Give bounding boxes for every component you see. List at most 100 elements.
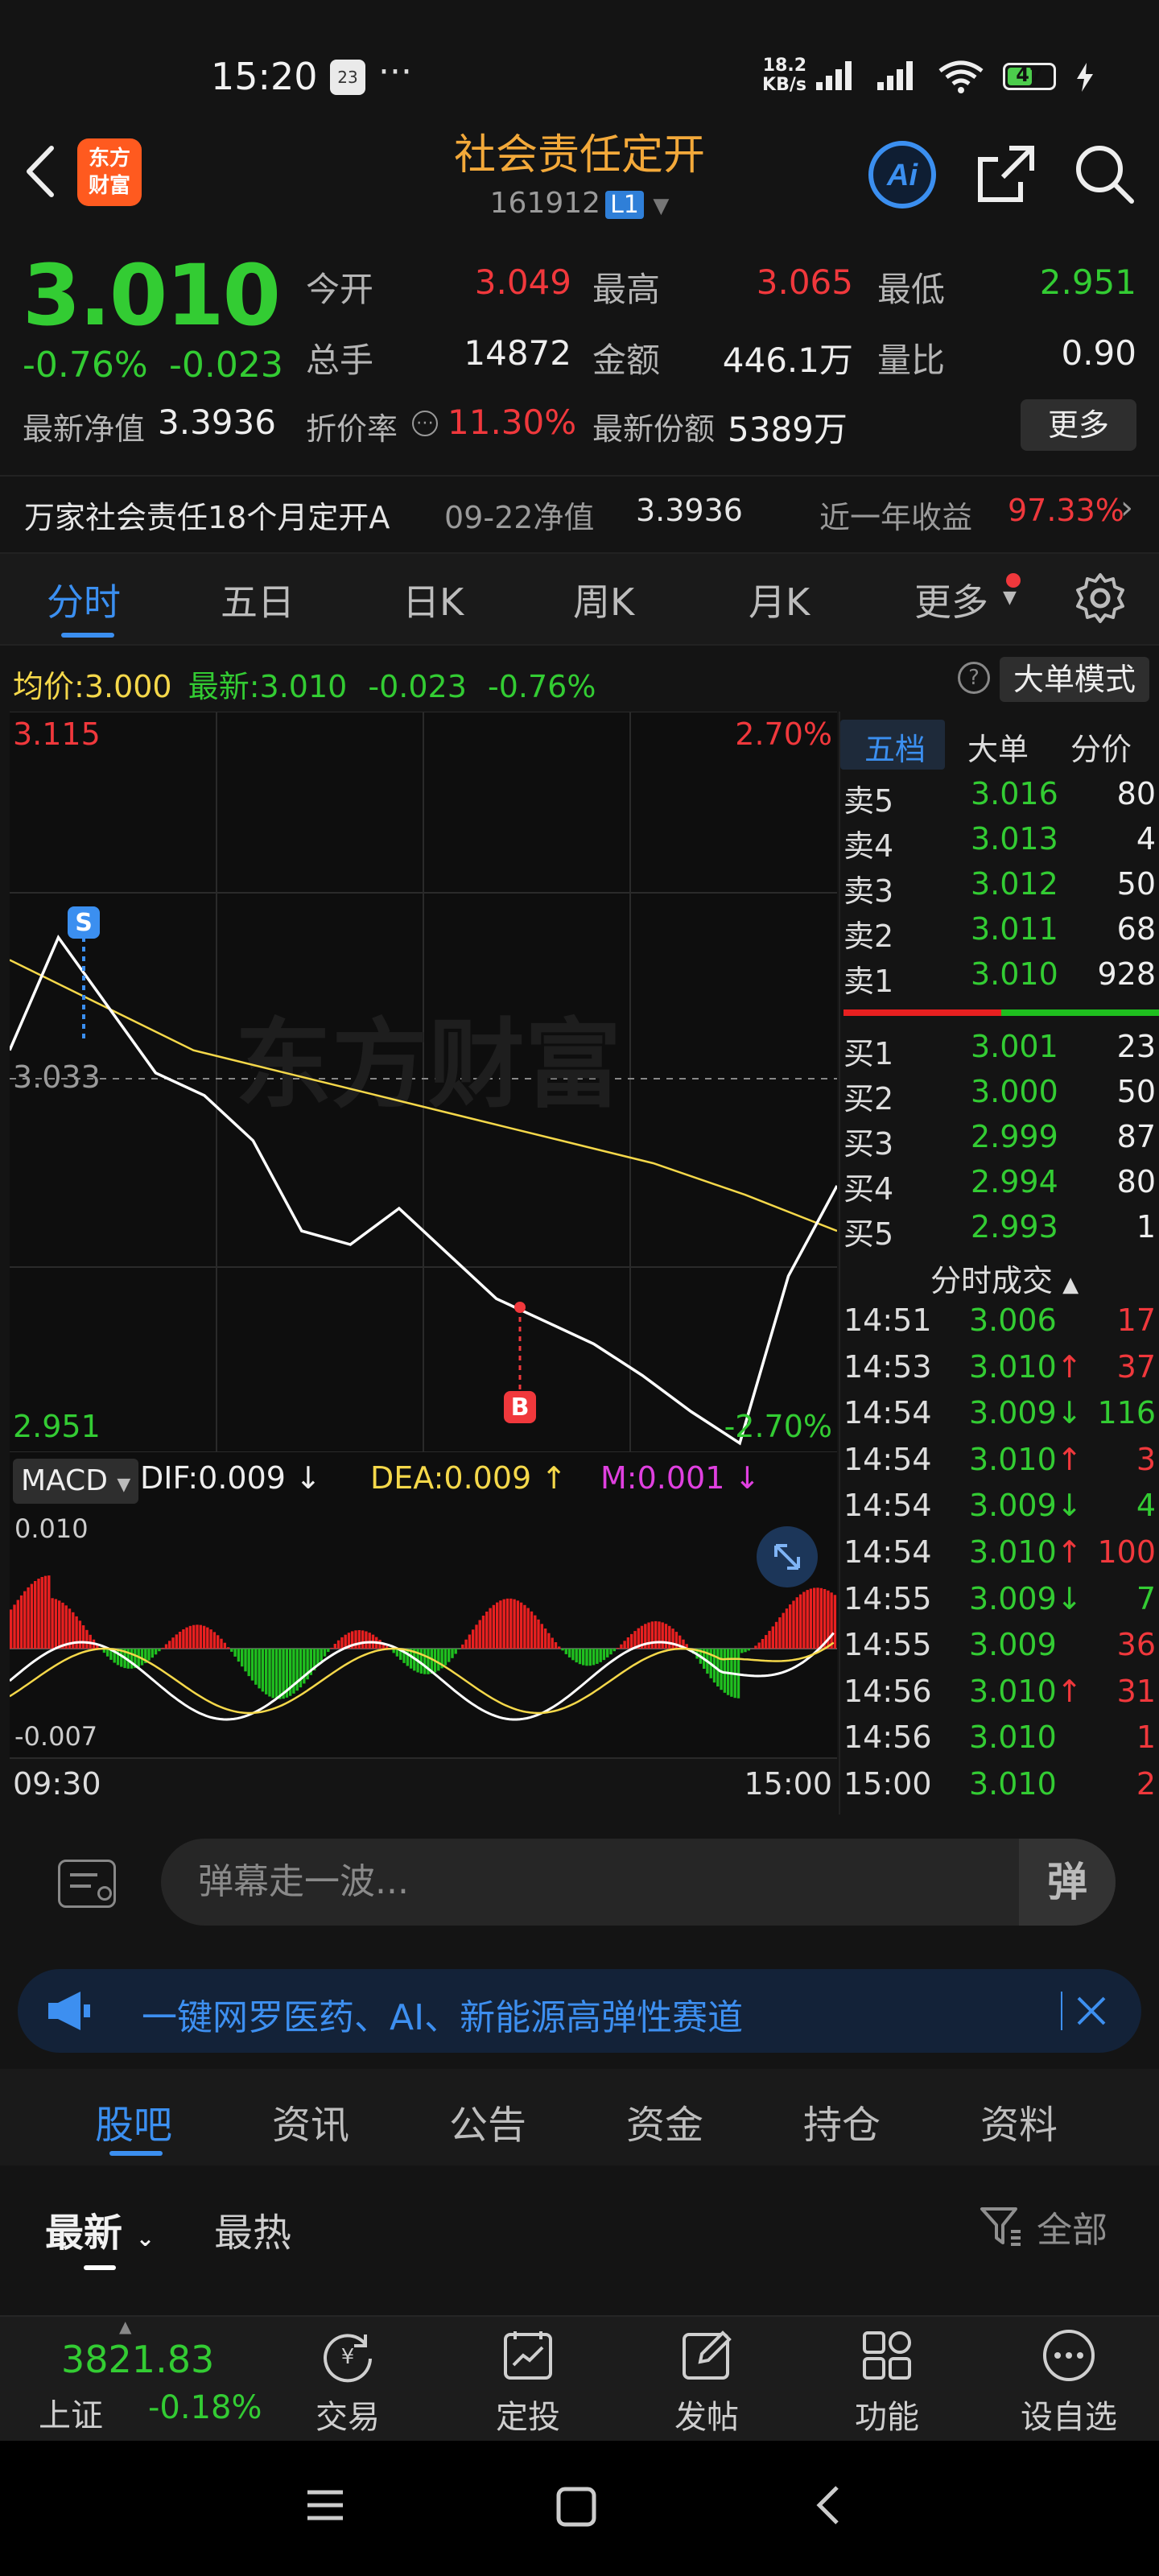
trade-volume: 4 — [1136, 1488, 1156, 1524]
trades-title[interactable]: 分时成交 ▲ — [930, 1256, 1079, 1300]
tab-five-levels[interactable]: 五档 — [864, 724, 926, 769]
level-label: 卖2 — [843, 919, 894, 954]
tab-funds-flow[interactable]: 资金 — [626, 2093, 703, 2149]
sort-hot[interactable]: 最热 — [214, 2201, 291, 2257]
expand-icon[interactable] — [757, 1526, 818, 1587]
macd-bar — [757, 1642, 761, 1649]
macd-bar — [261, 1649, 265, 1692]
y-axis-mid: 3.033 — [13, 1059, 101, 1095]
functions-grid-icon[interactable] — [858, 2326, 916, 2384]
macd-bar — [658, 1621, 661, 1649]
level-volume: 80 — [1116, 776, 1156, 811]
tab-big-orders[interactable]: 大单 — [967, 724, 1029, 769]
macd-bar — [188, 1625, 192, 1649]
level-label: 买5 — [843, 1216, 894, 1252]
macd-bar — [209, 1629, 212, 1649]
auto-invest-icon[interactable] — [499, 2326, 557, 2384]
nav-add-watchlist[interactable]: 设自选 — [1021, 2391, 1117, 2438]
level-volume: 928 — [1097, 956, 1156, 992]
settings-gear-icon[interactable] — [1074, 572, 1127, 625]
compose-icon[interactable] — [678, 2326, 736, 2384]
macd-bar — [75, 1616, 78, 1649]
close-icon[interactable] — [1075, 1995, 1107, 2027]
ask-row[interactable]: 卖1 3.010 928 — [840, 956, 1159, 1001]
bid-row[interactable]: 买3 2.999 87 — [840, 1119, 1159, 1164]
macd-bar — [833, 1595, 837, 1649]
volume-label: 总手 — [306, 341, 374, 380]
caret-up-icon: ▲ — [1062, 1273, 1079, 1297]
macd-bar — [489, 1608, 492, 1649]
back-nav-icon[interactable] — [808, 2484, 850, 2526]
macd-bar — [333, 1644, 336, 1649]
bid-row[interactable]: 买2 3.000 50 — [840, 1074, 1159, 1119]
nav-auto-invest[interactable]: 定投 — [480, 2391, 576, 2438]
ai-icon[interactable]: Ai — [866, 138, 938, 211]
tab-monthly-k[interactable]: 月K — [749, 573, 810, 626]
danmu-input[interactable]: 弹幕走一波... — [161, 1839, 1116, 1926]
trade-icon[interactable]: ¥ — [319, 2326, 377, 2384]
level-label: 卖3 — [843, 873, 894, 909]
level-price: 3.013 — [971, 821, 1058, 857]
filter-all[interactable]: 全部 — [1037, 2201, 1107, 2252]
tab-price-distribution[interactable]: 分价 — [1070, 724, 1132, 769]
tab-intraday[interactable]: 分时 — [47, 573, 121, 626]
more-button[interactable]: 更多 — [1021, 399, 1136, 451]
tab-weekly-k[interactable]: 周K — [573, 573, 634, 626]
bid-row[interactable]: 买4 2.994 80 — [840, 1164, 1159, 1209]
big-order-mode-button[interactable]: 大单模式 — [1000, 657, 1149, 702]
tab-daily-k[interactable]: 日K — [402, 573, 464, 626]
latest-value: 3.010 — [259, 669, 348, 704]
macd-indicator-select[interactable]: MACD ▼ — [13, 1459, 139, 1504]
time-axis-start: 09:30 — [13, 1766, 101, 1802]
danmu-send-button[interactable]: 弹 — [1019, 1839, 1116, 1926]
search-icon[interactable] — [1072, 142, 1136, 206]
macd-axis-bottom: -0.007 — [14, 1721, 98, 1752]
buy-marker[interactable]: B — [504, 1391, 536, 1423]
info-icon[interactable]: ⋯ — [412, 411, 438, 436]
sort-latest[interactable]: 最新 ⌄ — [45, 2201, 155, 2257]
filter-icon[interactable] — [979, 2204, 1024, 2249]
macd-bar — [192, 1624, 196, 1649]
bid-row[interactable]: 买1 3.001 23 — [840, 1029, 1159, 1074]
nav-functions[interactable]: 功能 — [839, 2391, 935, 2438]
macd-axis-top: 0.010 — [14, 1513, 89, 1544]
macd-bar — [509, 1598, 513, 1649]
more-circle-icon[interactable] — [1040, 2326, 1098, 2384]
ask-row[interactable]: 卖3 3.012 50 — [840, 866, 1159, 911]
macd-bar — [299, 1649, 303, 1688]
intraday-chart[interactable]: 东方财富 S B 3.115 3.033 2.951 2.70% -2.70% — [10, 712, 837, 1814]
macd-bar — [475, 1624, 478, 1649]
index-name: 上证 — [39, 2397, 103, 2434]
macd-bar — [130, 1649, 134, 1669]
macd-bar — [323, 1649, 327, 1657]
ask-row[interactable]: 卖4 3.013 4 — [840, 821, 1159, 866]
tab-more[interactable]: 更多 — [914, 573, 988, 626]
ask-row[interactable]: 卖2 3.011 68 — [840, 911, 1159, 956]
macd-bar — [47, 1575, 51, 1649]
share-icon[interactable] — [974, 142, 1038, 206]
bid-row[interactable]: 买5 2.993 1 — [840, 1209, 1159, 1254]
low-value: 2.951 — [1039, 262, 1136, 302]
tab-holdings[interactable]: 持仓 — [803, 2093, 881, 2149]
trade-row: 14:51 3.006 17 — [840, 1302, 1159, 1348]
tab-forum[interactable]: 股吧 — [95, 2093, 172, 2149]
sell-marker[interactable]: S — [68, 906, 100, 939]
trade-time: 14:55 — [843, 1627, 932, 1663]
danmu-list-icon[interactable] — [58, 1860, 116, 1908]
ask-row[interactable]: 卖5 3.016 80 — [840, 776, 1159, 821]
macd-bar — [161, 1647, 164, 1649]
tab-news[interactable]: 资讯 — [272, 2093, 349, 2149]
arrow-up-icon: ↑ — [1056, 1534, 1083, 1570]
nav-trade[interactable]: 交易 — [299, 2391, 396, 2438]
help-icon[interactable]: ? — [958, 662, 990, 694]
macd-bar — [423, 1649, 427, 1674]
avg-label: 均价: — [13, 669, 85, 704]
tab-profile[interactable]: 资料 — [980, 2093, 1058, 2149]
trade-price: 3.010 — [969, 1766, 1057, 1802]
home-icon[interactable] — [555, 2486, 597, 2528]
more-notifications-icon: ··· — [378, 52, 412, 93]
nav-post[interactable]: 发帖 — [658, 2391, 755, 2438]
tab-five-day[interactable]: 五日 — [221, 573, 295, 626]
menu-icon[interactable] — [304, 2484, 346, 2526]
tab-announcements[interactable]: 公告 — [449, 2093, 526, 2149]
